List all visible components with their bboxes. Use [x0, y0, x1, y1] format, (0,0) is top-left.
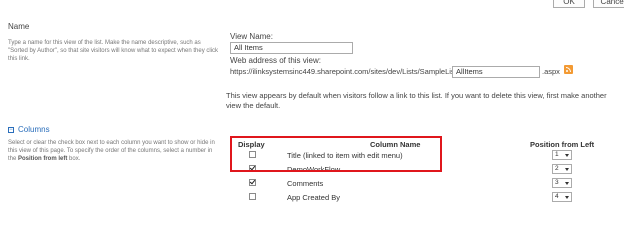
position-value-row4: 4	[555, 193, 559, 200]
rss-icon[interactable]	[564, 65, 573, 74]
default-view-note: This view appears by default when visito…	[226, 91, 607, 110]
view-name-input[interactable]: All Items	[230, 42, 353, 54]
url-prefix: https://ilinksystemsinc449.sharepoint.co…	[230, 67, 459, 76]
view-name-label: View Name:	[230, 32, 273, 41]
columns-section-title[interactable]: Columns	[18, 125, 50, 134]
position-value-row1: 1	[555, 151, 559, 158]
display-checkbox-row4[interactable]	[249, 193, 256, 200]
columns-description-end: box.	[67, 156, 81, 162]
columns-description-bold: Position from left	[18, 156, 68, 162]
column-name-row4: App Created By	[287, 193, 340, 202]
web-address-label: Web address of this view:	[230, 56, 322, 65]
position-value-row2: 2	[555, 165, 559, 172]
name-section-title: Name	[8, 22, 30, 31]
dropdown-caret-icon	[565, 182, 569, 185]
ok-button[interactable]: OK	[553, 0, 585, 8]
columns-section-description: Select or clear the check box next to ea…	[8, 139, 220, 163]
name-section-description: Type a name for this view of the list. M…	[8, 40, 219, 62]
display-checkbox-row3[interactable]	[249, 179, 256, 186]
position-select-row2[interactable]: 2	[552, 164, 572, 174]
dropdown-caret-icon	[565, 196, 569, 199]
dropdown-caret-icon	[565, 154, 569, 157]
dropdown-caret-icon	[565, 168, 569, 171]
position-select-row1[interactable]: 1	[552, 150, 572, 160]
url-suffix: .aspx	[542, 67, 560, 76]
column-name-row3: Comments	[287, 179, 324, 188]
position-select-row4[interactable]: 4	[552, 192, 572, 202]
cancel-button[interactable]: Cancel	[593, 0, 624, 8]
position-value-row3: 3	[555, 179, 559, 186]
highlight-box	[230, 136, 442, 172]
position-select-row3[interactable]: 3	[552, 178, 572, 188]
header-position-from-left: Position from Left	[530, 140, 595, 149]
expand-icon[interactable]: −	[8, 127, 14, 133]
url-page-input[interactable]: AllItems	[452, 66, 540, 78]
